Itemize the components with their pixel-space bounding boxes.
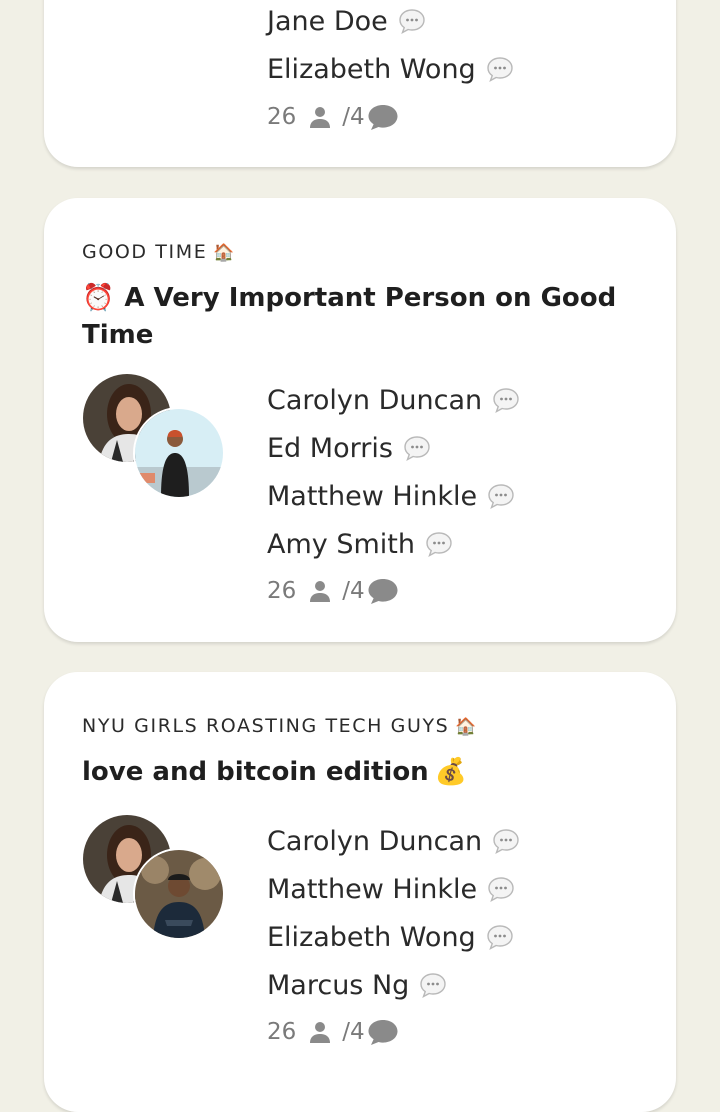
chat-icon bbox=[367, 103, 399, 131]
chat-bubble-icon bbox=[425, 530, 453, 558]
speaker-row[interactable]: Carolyn Duncan bbox=[267, 376, 520, 424]
speaker-row[interactable]: Elizabeth Wong bbox=[267, 45, 514, 93]
speaker-row[interactable]: Carolyn Duncan bbox=[267, 817, 520, 865]
speaker-name: Matthew Hinkle bbox=[267, 480, 478, 512]
chat-bubble-icon bbox=[419, 971, 447, 999]
speaker-count: 4 bbox=[350, 104, 365, 130]
room-card[interactable]: NYU GIRLS ROASTING TECH GUYS 🏠 love and b… bbox=[44, 672, 676, 1112]
speaker-name: Ed Morris bbox=[267, 432, 393, 464]
stats-separator: / bbox=[342, 578, 351, 604]
room-card[interactable]: Jane Doe Elizabeth Wong 26 / 4 bbox=[44, 0, 676, 167]
speaker-count: 4 bbox=[350, 1019, 365, 1045]
speaker-avatar bbox=[133, 407, 225, 499]
speaker-avatars bbox=[81, 0, 226, 35]
speaker-name: Amy Smith bbox=[267, 528, 415, 560]
chat-bubble-icon bbox=[487, 482, 515, 510]
speaker-row[interactable]: Marcus Ng bbox=[267, 961, 520, 1009]
speaker-list: Carolyn Duncan Ed Morris Matthew Hinkle … bbox=[267, 376, 520, 568]
club-name-text: NYU GIRLS ROASTING TECH GUYS bbox=[82, 715, 450, 737]
chat-bubble-icon bbox=[487, 875, 515, 903]
chat-bubble-icon bbox=[398, 7, 426, 35]
person-icon bbox=[308, 105, 332, 129]
chat-bubble-icon bbox=[403, 434, 431, 462]
room-stats: 26 / 4 bbox=[267, 574, 399, 608]
room-stats: 26 / 4 bbox=[267, 1015, 399, 1049]
money-bag-icon: 💰 bbox=[434, 757, 468, 787]
club-name[interactable]: NYU GIRLS ROASTING TECH GUYS 🏠 bbox=[82, 715, 478, 737]
room-title-text: love and bitcoin edition bbox=[82, 757, 429, 787]
stats-separator: / bbox=[342, 1019, 351, 1045]
stats-separator: / bbox=[342, 104, 351, 130]
speaker-avatar bbox=[133, 848, 225, 940]
speaker-name: Marcus Ng bbox=[267, 969, 410, 1001]
listener-count: 26 bbox=[267, 104, 297, 130]
speaker-name: Matthew Hinkle bbox=[267, 873, 478, 905]
speaker-row[interactable]: Amy Smith bbox=[267, 520, 520, 568]
chat-bubble-icon bbox=[486, 55, 514, 83]
avatar-photo bbox=[135, 409, 223, 497]
speaker-name: Elizabeth Wong bbox=[267, 53, 476, 85]
person-icon bbox=[308, 1020, 332, 1044]
room-title: love and bitcoin edition 💰 bbox=[82, 754, 652, 791]
room-stats: 26 / 4 bbox=[267, 100, 399, 134]
avatar-photo bbox=[135, 850, 223, 938]
chat-icon bbox=[367, 1018, 399, 1046]
listener-count: 26 bbox=[267, 1019, 297, 1045]
speaker-name: Elizabeth Wong bbox=[267, 921, 476, 953]
speaker-list: Carolyn Duncan Matthew Hinkle Elizabeth … bbox=[267, 817, 520, 1009]
house-icon: 🏠 bbox=[213, 243, 237, 263]
chat-bubble-icon bbox=[486, 923, 514, 951]
chat-bubble-icon bbox=[492, 827, 520, 855]
house-icon: 🏠 bbox=[455, 717, 479, 737]
speaker-count: 4 bbox=[350, 578, 365, 604]
chat-icon bbox=[367, 577, 399, 605]
speaker-row[interactable]: Elizabeth Wong bbox=[267, 913, 520, 961]
speaker-name: Carolyn Duncan bbox=[267, 384, 483, 416]
listener-count: 26 bbox=[267, 578, 297, 604]
speaker-avatars bbox=[81, 813, 226, 943]
person-icon bbox=[308, 579, 332, 603]
speaker-row[interactable]: Ed Morris bbox=[267, 424, 520, 472]
speaker-avatars bbox=[81, 372, 226, 502]
room-card[interactable]: GOOD TIME 🏠 ⏰ A Very Important Person on G… bbox=[44, 198, 676, 642]
room-title-text: A Very Important Person on Good Time bbox=[82, 283, 617, 350]
club-name-text: GOOD TIME bbox=[82, 241, 208, 263]
speaker-list: Jane Doe Elizabeth Wong bbox=[267, 0, 514, 93]
speaker-row[interactable]: Matthew Hinkle bbox=[267, 472, 520, 520]
chat-bubble-icon bbox=[492, 386, 520, 414]
club-name[interactable]: GOOD TIME 🏠 bbox=[82, 241, 236, 263]
room-title: ⏰ A Very Important Person on Good Time bbox=[82, 280, 652, 354]
speaker-row[interactable]: Jane Doe bbox=[267, 0, 514, 45]
speaker-name: Carolyn Duncan bbox=[267, 825, 483, 857]
speaker-row[interactable]: Matthew Hinkle bbox=[267, 865, 520, 913]
speaker-name: Jane Doe bbox=[267, 5, 388, 37]
alarm-clock-icon: ⏰ bbox=[82, 283, 115, 313]
